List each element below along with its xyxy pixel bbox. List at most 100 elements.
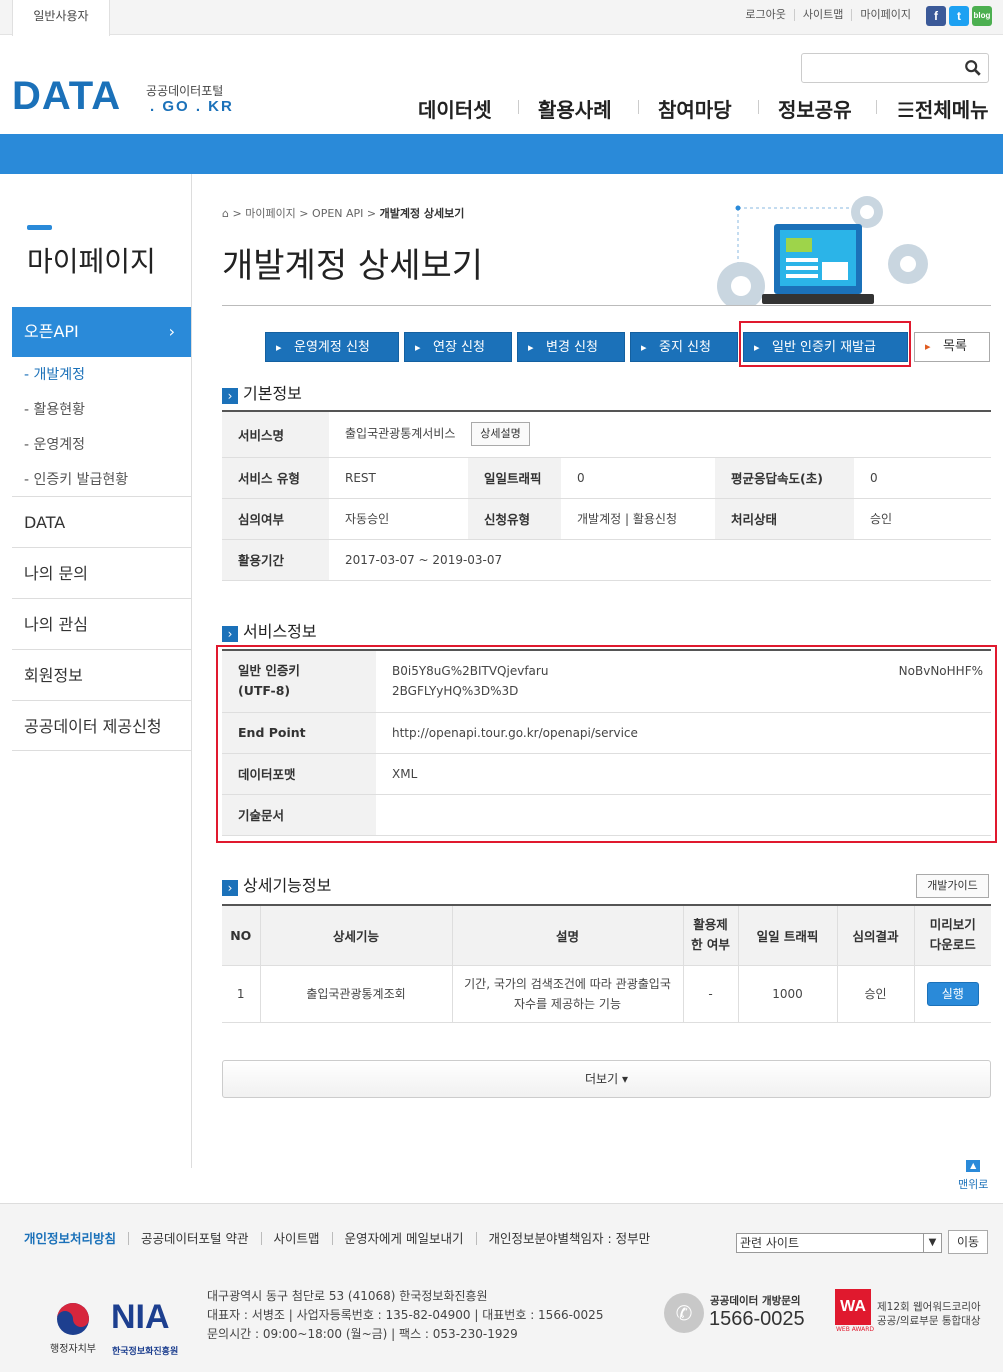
mail-admin-link[interactable]: 운영자에게 메일보내기	[331, 1232, 476, 1245]
home-icon[interactable]: ⌂	[222, 207, 229, 220]
nav-info-share[interactable]: 정보공유	[778, 94, 852, 123]
search-input[interactable]	[801, 53, 989, 83]
award-text: 제12회 웹어워드코리아 공공/의료부문 통합대상	[877, 1301, 981, 1327]
sitemap-link[interactable]: 사이트맵	[793, 9, 851, 21]
extend-button[interactable]: 연장 신청	[404, 332, 512, 363]
back-to-top-button[interactable]: ▲ 맨위로	[958, 1160, 988, 1192]
detail-function-table: NO 상세기능 설명 활용제 한 여부 일일 트래픽 심의결과 미리보기 다운로…	[222, 904, 991, 1023]
search-icon[interactable]	[964, 59, 982, 77]
blog-icon[interactable]: blog	[972, 6, 992, 26]
change-button[interactable]: 변경 신청	[517, 332, 625, 363]
nav-usecases[interactable]: 활용사례	[538, 94, 612, 123]
nia-logo: NIA	[111, 1298, 170, 1336]
review-label: 심의여부	[222, 498, 329, 539]
go-button[interactable]: 이동	[948, 1230, 988, 1254]
col-header-description: 설명	[451, 905, 683, 965]
footer: 개인정보처리방침 공공데이터포털 약관 사이트맵 운영자에게 메일보내기 개인정…	[0, 1203, 1003, 1372]
phone-label: 공공데이터 개방문의	[710, 1295, 801, 1307]
facebook-icon[interactable]: f	[926, 6, 946, 26]
sidebar-item-interest[interactable]: 나의 관심	[12, 598, 191, 649]
computer-gears-illustration	[717, 196, 928, 306]
chevron-down-icon: ▼	[923, 1234, 941, 1252]
nav-participation[interactable]: 참여마당	[658, 94, 732, 123]
twitter-icon[interactable]: t	[949, 6, 969, 26]
list-button[interactable]: 목록	[914, 332, 990, 362]
col-header-traffic: 일일 트래픽	[737, 905, 837, 965]
apply-operation-button[interactable]: 운영계정 신청	[265, 332, 399, 363]
review-value: 자동승인	[345, 512, 390, 526]
more-button[interactable]: 더보기 ▾	[222, 1060, 991, 1098]
sidebar-item-openapi[interactable]: 오픈API ›	[12, 307, 191, 357]
detail-description-button[interactable]: 상세설명	[471, 422, 530, 447]
privacy-policy-link[interactable]: 개인정보처리방침	[24, 1232, 128, 1245]
col-header-function: 상세기능	[259, 905, 452, 965]
status-value: 승인	[870, 512, 893, 526]
mois-label: 행정자치부	[50, 1344, 96, 1355]
sidebar-sub-dev-account[interactable]: - 개발계정	[24, 364, 85, 384]
row-description: 기간, 국가의 검색조건에 따라 관광출입국 자수를 제공하는 기능	[451, 965, 683, 1022]
sidebar-item-label: 오픈API	[24, 322, 79, 341]
col-header-no: NO	[222, 905, 260, 965]
status-label: 처리상태	[715, 498, 854, 539]
phone-icon: ✆	[664, 1293, 704, 1333]
sidebar-item-provide[interactable]: 공공데이터 제공신청	[12, 700, 191, 751]
service-info-heading: › 서비스정보	[222, 618, 317, 642]
nav-all-menu[interactable]: ☰전체메뉴	[897, 94, 989, 123]
footer-sitemap-link[interactable]: 사이트맵	[260, 1232, 332, 1245]
chevron-right-icon: ›	[168, 322, 175, 341]
section-marker-icon: ›	[222, 388, 238, 404]
breadcrumb-current: 개발계정 상세보기	[379, 207, 465, 220]
privacy-officer-link[interactable]: 개인정보분야별책임자 : 정부만	[475, 1232, 663, 1245]
detail-info-heading: › 상세기능정보	[222, 872, 331, 896]
apply-type-value: 개발계정 | 활용신청	[577, 512, 677, 526]
row-function-name: 출입국관광통계조회	[259, 965, 452, 1022]
avg-response-label: 평균응답속도(초)	[715, 457, 854, 498]
breadcrumb-openapi[interactable]: OPEN API	[312, 207, 363, 220]
service-name-value: 출입국관광통계서비스	[345, 426, 456, 441]
related-site-select[interactable]: 관련 사이트 ▼	[736, 1233, 942, 1253]
nav-dataset[interactable]: 데이터셋	[418, 94, 492, 123]
highlight-box	[216, 645, 997, 843]
sidebar-item-member[interactable]: 회원정보	[12, 649, 191, 700]
sidebar-item-data[interactable]: DATA	[12, 496, 191, 547]
section-marker-icon: ›	[222, 626, 238, 642]
arrow-up-icon: ▲	[966, 1160, 981, 1172]
sidebar-sub-operation[interactable]: - 운영계정	[24, 434, 85, 454]
basic-info-heading: › 기본정보	[222, 380, 302, 404]
row-no: 1	[236, 986, 245, 1001]
utility-links: 로그아웃 사이트맵 마이페이지	[737, 9, 919, 21]
sidebar-sub-usage[interactable]: - 활용현황	[24, 399, 85, 419]
service-name-label: 서비스명	[222, 411, 329, 457]
logo-data[interactable]: DATA	[12, 76, 121, 116]
period-value: 2017-03-07 ~ 2019-03-07	[345, 552, 503, 567]
stop-button[interactable]: 중지 신청	[630, 332, 738, 363]
sidebar-sub-key-status[interactable]: - 인증키 발급현황	[24, 469, 128, 489]
utility-bar: 일반사용자 로그아웃 사이트맵 마이페이지 f t blog	[0, 0, 1003, 36]
run-button[interactable]: 실행	[926, 981, 979, 1006]
apply-type-label: 신청유형	[468, 498, 561, 539]
basic-info-table: 서비스명 출입국관광통계서비스 상세설명 서비스 유형 REST 일일트래픽 0…	[222, 410, 991, 581]
daily-traffic-label: 일일트래픽	[468, 457, 561, 498]
daily-traffic-value: 0	[577, 470, 585, 485]
sidebar-item-inquiry[interactable]: 나의 문의	[12, 547, 191, 598]
terms-link[interactable]: 공공데이터포털 약관	[128, 1232, 260, 1245]
table-row: 1 출입국관광통계조회 기간, 국가의 검색조건에 따라 관광출입국 자수를 제공…	[222, 965, 991, 1022]
footer-links: 개인정보처리방침 공공데이터포털 약관 사이트맵 운영자에게 메일보내기 개인정…	[24, 1232, 662, 1245]
service-name-cell: 출입국관광통계서비스 상세설명	[329, 411, 991, 457]
dev-guide-button[interactable]: 개발가이드	[916, 874, 989, 898]
avg-response-value: 0	[870, 470, 878, 485]
user-type-tab[interactable]: 일반사용자	[12, 0, 110, 36]
logout-link[interactable]: 로그아웃	[737, 9, 793, 21]
period-label: 활용기간	[222, 539, 329, 580]
web-award-sub: WEB AWARD	[836, 1326, 875, 1333]
service-type-label: 서비스 유형	[222, 457, 329, 498]
row-traffic: 1000	[737, 965, 837, 1022]
mypage-link[interactable]: 마이페이지	[851, 9, 919, 21]
web-award-logo: WA	[835, 1289, 871, 1325]
section-marker-icon: ›	[222, 880, 238, 896]
breadcrumb: ⌂ > 마이페이지 > OPEN API > 개발계정 상세보기	[222, 207, 465, 220]
nia-label: 한국정보화진흥원	[112, 1347, 179, 1357]
breadcrumb-mypage[interactable]: 마이페이지	[245, 207, 296, 220]
phone-number: 1566-0025	[709, 1308, 805, 1330]
service-type-value: REST	[345, 470, 376, 485]
